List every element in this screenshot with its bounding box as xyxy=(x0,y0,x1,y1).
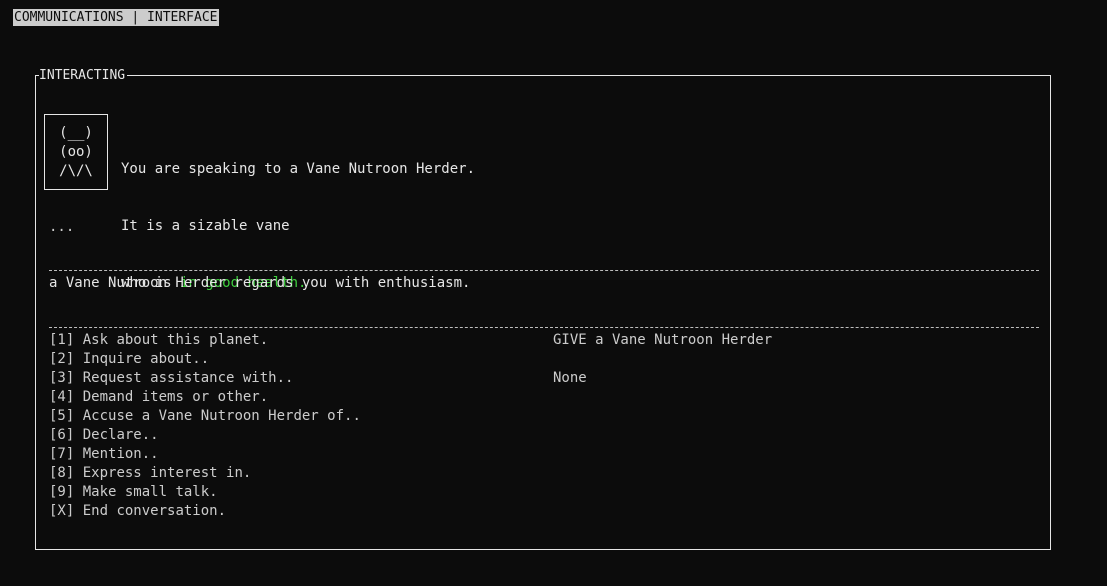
portrait-line: (oo) xyxy=(59,143,93,160)
option-label: End conversation. xyxy=(82,503,227,519)
description-line-1: You are speaking to a Vane Nutroon Herde… xyxy=(121,161,476,177)
divider xyxy=(49,327,1039,328)
option-key: [6] xyxy=(49,427,75,443)
option-key: [8] xyxy=(49,465,75,481)
option-small-talk[interactable]: [9] Make small talk. xyxy=(49,483,361,502)
option-key: [1] xyxy=(49,332,75,348)
give-section: GIVE a Vane Nutroon Herder None xyxy=(553,331,772,388)
interacting-panel: INTERACTING (__) (oo) /\/\ You are speak… xyxy=(35,68,1051,550)
option-demand[interactable]: [4] Demand items or other. xyxy=(49,388,361,407)
panel-title: INTERACTING xyxy=(39,68,128,83)
portrait-line: /\/\ xyxy=(59,162,93,179)
option-key: [X] xyxy=(49,503,75,519)
dialogue-options: [1] Ask about this planet. [2] Inquire a… xyxy=(49,331,361,521)
portrait-line: (__) xyxy=(59,124,93,141)
option-label: Express interest in. xyxy=(82,465,252,481)
option-label: Request assistance with.. xyxy=(82,370,294,386)
option-request-assistance[interactable]: [3] Request assistance with.. xyxy=(49,369,361,388)
option-key: [7] xyxy=(49,446,75,462)
option-key: [9] xyxy=(49,484,75,500)
give-option[interactable]: GIVE a Vane Nutroon Herder xyxy=(553,331,772,350)
option-declare[interactable]: [6] Declare.. xyxy=(49,426,361,445)
option-express-interest[interactable]: [8] Express interest in. xyxy=(49,464,361,483)
give-value: None xyxy=(553,370,587,386)
npc-attitude: a Vane Nutroon Herder regards you with e… xyxy=(49,275,471,291)
description-line-2: It is a sizable vane xyxy=(121,218,290,234)
option-end-conversation[interactable]: [X] End conversation. xyxy=(49,502,361,521)
option-key: [3] xyxy=(49,370,75,386)
option-mention[interactable]: [7] Mention.. xyxy=(49,445,361,464)
npc-description: You are speaking to a Vane Nutroon Herde… xyxy=(121,122,475,331)
option-key: [5] xyxy=(49,408,75,424)
window-title: COMMUNICATIONS | INTERFACE xyxy=(13,9,219,26)
option-label: Accuse a Vane Nutroon Herder of.. xyxy=(82,408,361,424)
option-label: Demand items or other. xyxy=(82,389,269,405)
option-label: Ask about this planet. xyxy=(82,332,269,348)
option-ask-planet[interactable]: [1] Ask about this planet. xyxy=(49,331,361,350)
option-label: Mention.. xyxy=(82,446,159,462)
option-label: Make small talk. xyxy=(82,484,218,500)
option-key: [4] xyxy=(49,389,75,405)
option-key: [2] xyxy=(49,351,75,367)
option-label: Declare.. xyxy=(82,427,159,443)
npc-portrait: (__) (oo) /\/\ xyxy=(44,114,108,190)
option-inquire[interactable]: [2] Inquire about.. xyxy=(49,350,361,369)
divider xyxy=(49,270,1039,271)
option-accuse[interactable]: [5] Accuse a Vane Nutroon Herder of.. xyxy=(49,407,361,426)
dialogue-ellipsis: ... xyxy=(49,219,75,235)
option-label: Inquire about.. xyxy=(82,351,210,367)
